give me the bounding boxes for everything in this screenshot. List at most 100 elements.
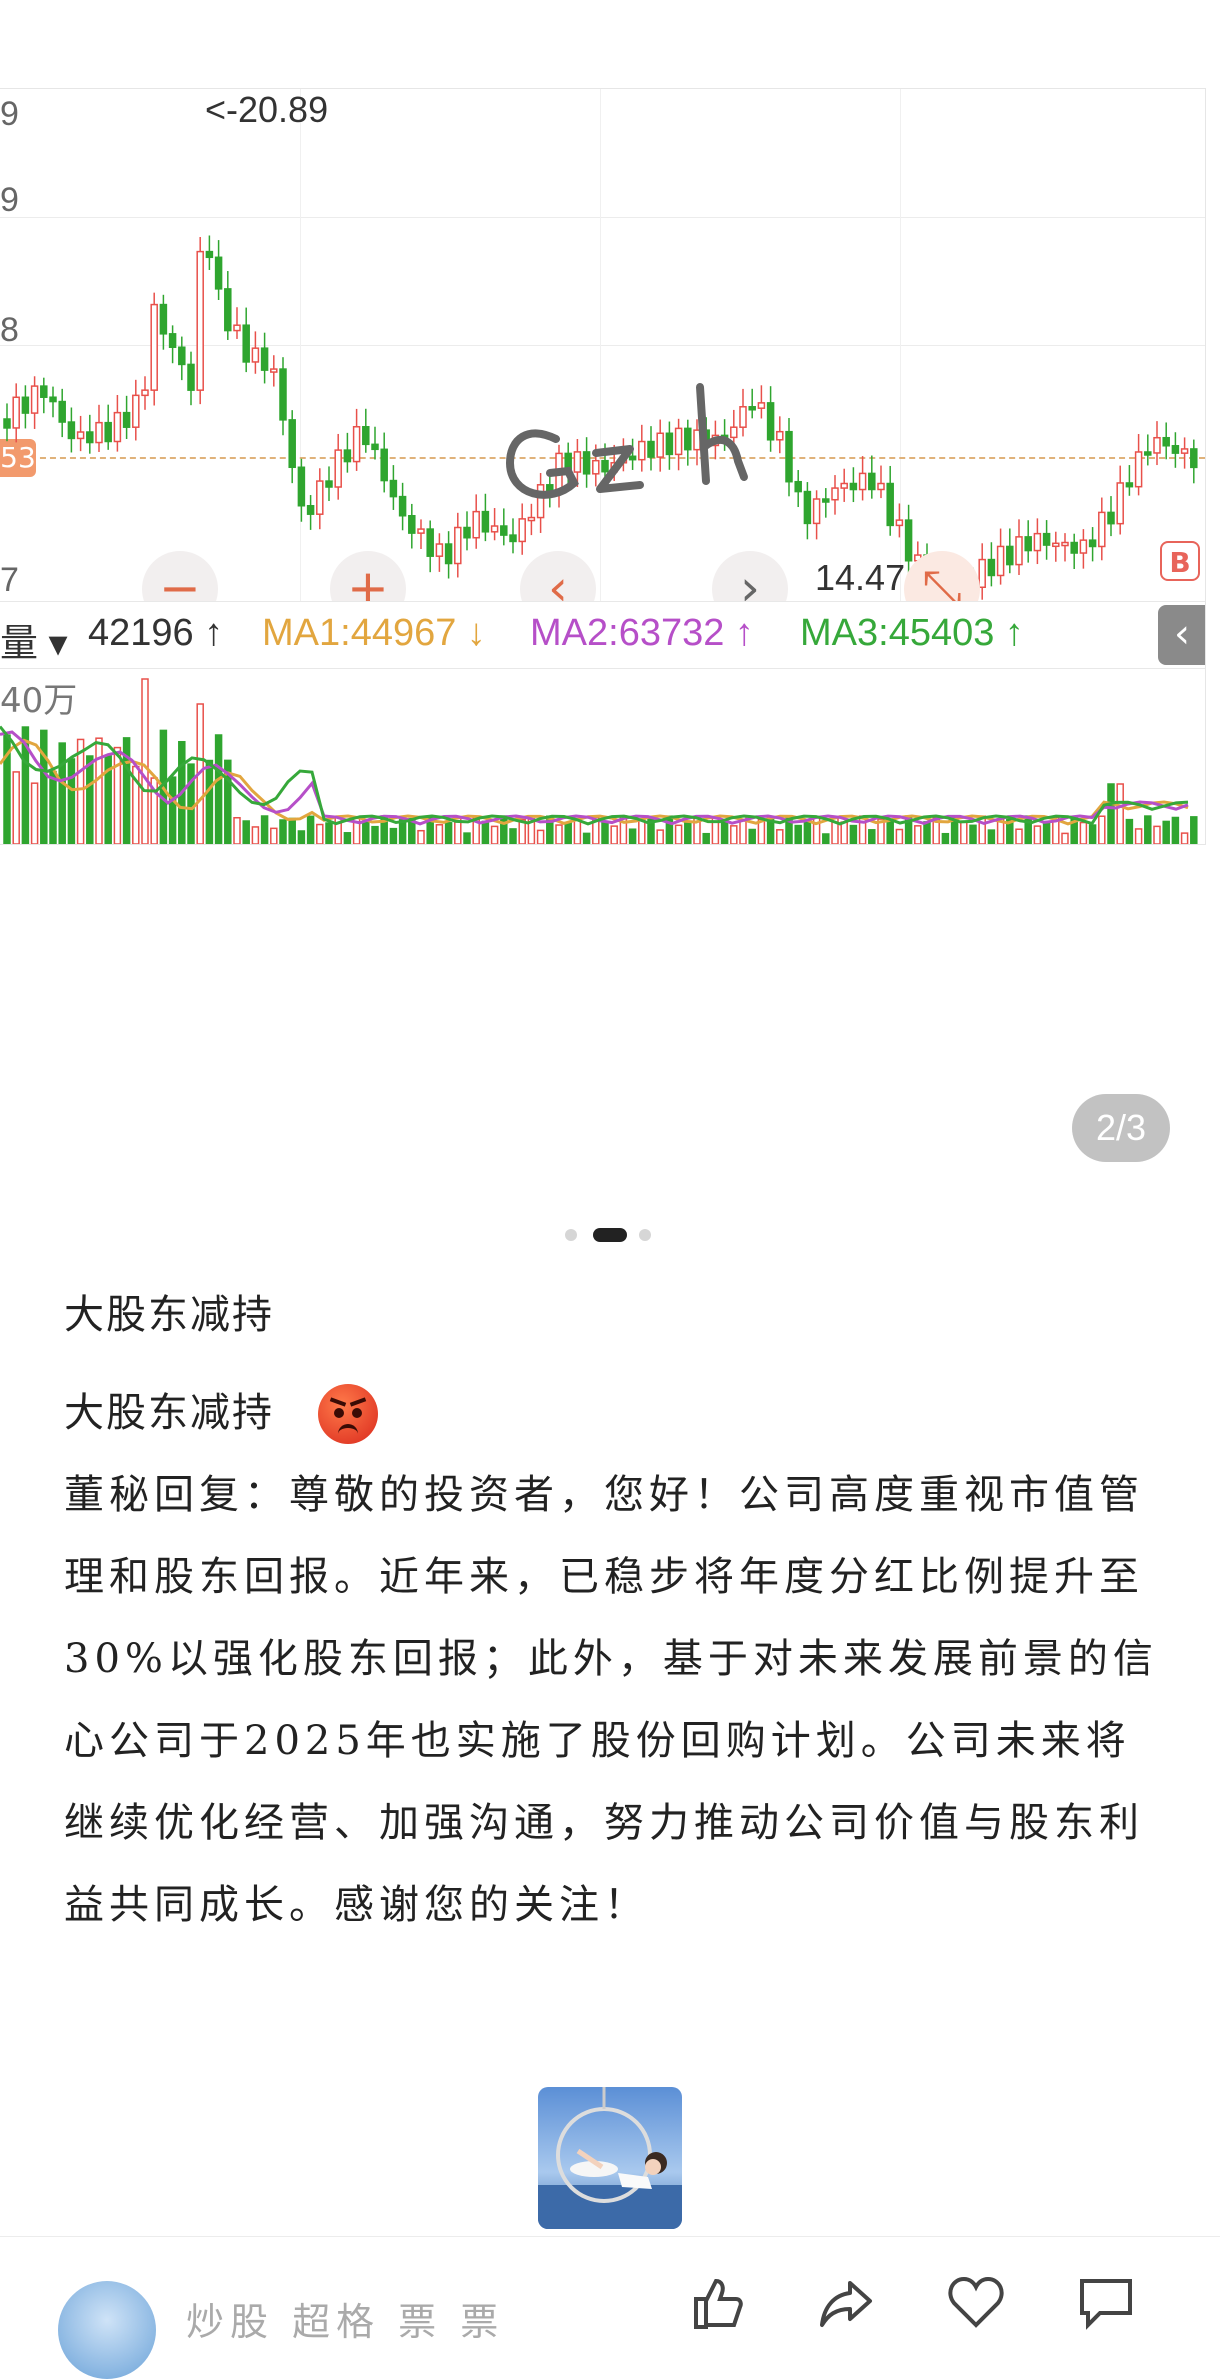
volume-bar bbox=[684, 821, 692, 844]
volume-selector[interactable]: 量 ▾ bbox=[0, 612, 68, 667]
carousel-dot-active[interactable] bbox=[593, 1228, 627, 1242]
candle bbox=[30, 385, 39, 414]
bottom-action-bar: 炒股 超格 票 票 bbox=[0, 2236, 1220, 2379]
candle bbox=[306, 505, 315, 515]
volume-bar bbox=[1116, 783, 1124, 844]
favorite-icon[interactable] bbox=[946, 2271, 1006, 2331]
candle bbox=[316, 480, 324, 515]
share-icon[interactable] bbox=[816, 2271, 876, 2331]
candle bbox=[1033, 532, 1042, 552]
volume-bar bbox=[960, 821, 968, 844]
candle bbox=[242, 324, 250, 363]
volume-bar bbox=[297, 830, 306, 844]
volume-bar bbox=[316, 823, 324, 844]
carousel-dot[interactable] bbox=[565, 1229, 577, 1241]
ma1-value: MA1:44967 ↓ bbox=[262, 612, 486, 654]
volume-bar bbox=[748, 828, 756, 844]
candle bbox=[1116, 482, 1124, 525]
volume-series bbox=[0, 678, 1198, 844]
candle bbox=[380, 448, 388, 482]
volume-bar bbox=[1144, 815, 1152, 844]
volume-bar bbox=[822, 833, 830, 844]
volume-bar bbox=[500, 815, 508, 844]
candle bbox=[21, 396, 30, 414]
stock-chart[interactable]: 9 9 8 7 53 <-20.89 14.47-> − + ‹ › ⤡ B 量… bbox=[0, 88, 1206, 845]
volume-bar bbox=[1190, 816, 1198, 844]
volume-bar bbox=[325, 822, 333, 844]
volume-bar bbox=[812, 816, 821, 844]
price-chart[interactable]: 9 9 8 7 53 <-20.89 14.47-> − + ‹ › ⤡ B bbox=[0, 89, 1205, 627]
candle bbox=[122, 411, 131, 428]
volume-bar bbox=[1042, 820, 1051, 844]
candle bbox=[168, 333, 177, 348]
indicator-bar: 量 ▾ 42196 ↑ MA1:44967 ↓ MA2:63732 ↑ MA3:… bbox=[0, 601, 1205, 669]
author-name[interactable]: 炒股 超格 票 票 bbox=[186, 2291, 504, 2346]
volume-bar bbox=[113, 746, 122, 844]
candle bbox=[518, 518, 526, 543]
candle bbox=[352, 426, 361, 463]
candle bbox=[803, 490, 812, 525]
candle bbox=[509, 534, 517, 543]
volume-bar bbox=[362, 820, 370, 844]
volume-bar bbox=[1125, 818, 1134, 844]
post-first-line: 大股东减持 bbox=[64, 1390, 274, 1436]
volume-bar bbox=[86, 755, 94, 844]
candle bbox=[1015, 536, 1023, 566]
candle bbox=[3, 418, 11, 429]
candle bbox=[463, 526, 471, 539]
candle bbox=[1079, 539, 1088, 554]
volume-bar bbox=[30, 782, 39, 844]
volume-bar bbox=[398, 819, 407, 844]
candlestick-series bbox=[3, 235, 1198, 601]
volume-bar bbox=[840, 821, 848, 844]
candle bbox=[785, 430, 793, 483]
candle bbox=[371, 443, 379, 451]
volume-bar bbox=[242, 820, 250, 844]
author-avatar[interactable] bbox=[58, 2281, 156, 2379]
candle bbox=[1052, 542, 1060, 548]
chevron-left-icon[interactable]: ‹ bbox=[1158, 605, 1205, 665]
candle bbox=[1088, 539, 1097, 548]
volume-bar bbox=[987, 829, 996, 844]
volume-bar bbox=[886, 818, 894, 844]
volume-bar bbox=[702, 832, 710, 844]
candle bbox=[288, 419, 296, 469]
candle bbox=[868, 472, 876, 491]
candle bbox=[1006, 545, 1014, 566]
candle bbox=[527, 516, 536, 522]
ma2-value: MA2:63732 ↑ bbox=[530, 612, 754, 654]
candle bbox=[1107, 511, 1115, 525]
volume-bar bbox=[187, 763, 195, 844]
buy-marker[interactable]: B bbox=[1160, 541, 1200, 581]
volume-bar bbox=[628, 828, 637, 844]
candle bbox=[1061, 541, 1069, 547]
volume-bar bbox=[564, 821, 572, 844]
candle bbox=[132, 394, 140, 428]
candle bbox=[150, 303, 158, 391]
candle bbox=[904, 519, 913, 562]
candle bbox=[260, 347, 269, 371]
candle bbox=[49, 396, 57, 403]
volume-bar bbox=[665, 815, 674, 844]
volume-value: 42196 ↑ bbox=[88, 612, 224, 654]
candle bbox=[1125, 482, 1134, 488]
carousel-dot[interactable] bbox=[639, 1229, 651, 1241]
candle bbox=[270, 368, 278, 373]
volume-bar bbox=[730, 825, 738, 844]
like-icon[interactable] bbox=[684, 2271, 744, 2331]
candle bbox=[1162, 436, 1170, 447]
comment-icon[interactable] bbox=[1076, 2271, 1136, 2331]
candle bbox=[224, 288, 232, 332]
handwriting-annotation bbox=[505, 383, 748, 499]
volume-bar bbox=[49, 770, 57, 844]
volume-bar bbox=[1171, 816, 1180, 844]
page-counter: 2/3 bbox=[1072, 1094, 1170, 1162]
volume-bar bbox=[95, 737, 103, 844]
volume-bar bbox=[40, 729, 48, 844]
volume-bar bbox=[536, 829, 545, 844]
image-thumbnail[interactable] bbox=[538, 2087, 682, 2229]
volume-bar bbox=[1162, 820, 1170, 844]
candle bbox=[1190, 448, 1198, 469]
candle bbox=[812, 498, 821, 525]
volume-bar bbox=[389, 827, 398, 844]
